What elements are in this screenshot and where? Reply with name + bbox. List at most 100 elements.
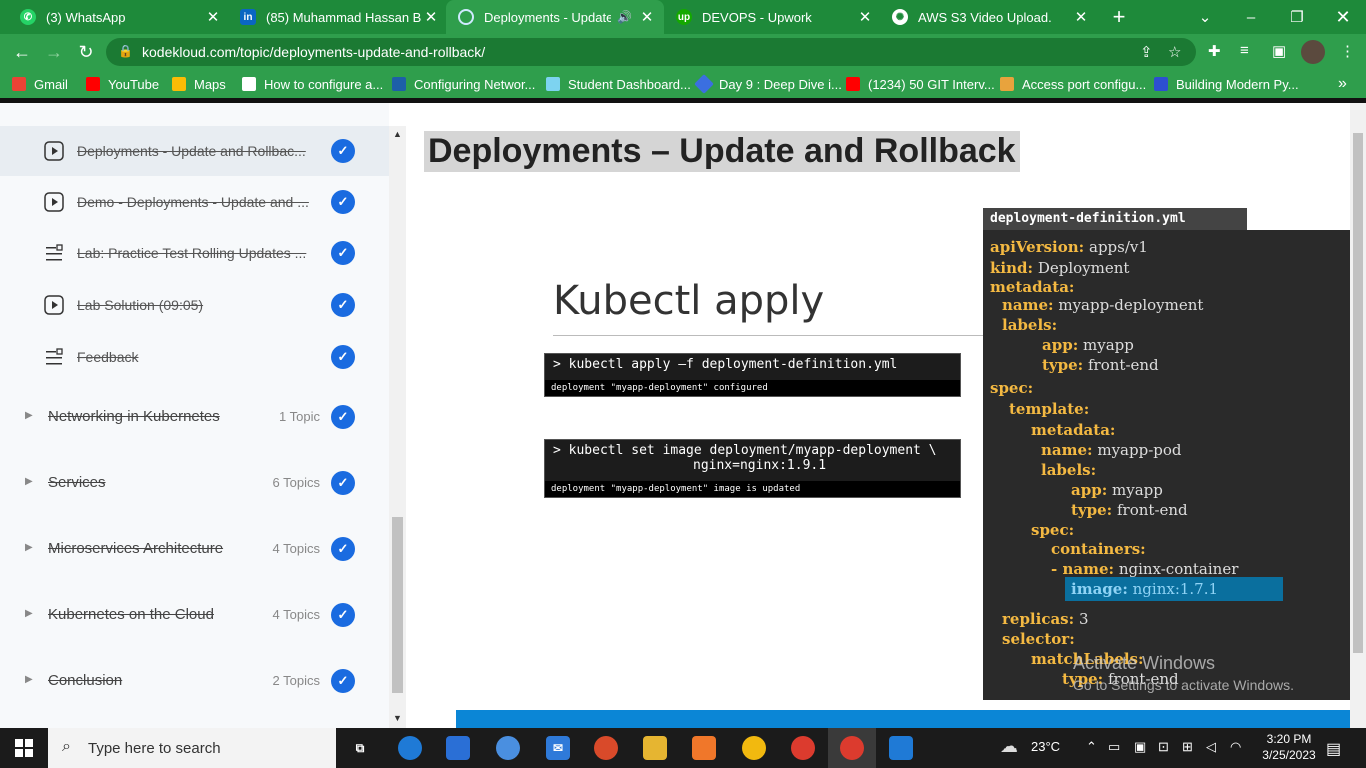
bookmark-gmail[interactable]: Gmail — [12, 75, 68, 93]
chrome-active-icon[interactable] — [840, 736, 864, 760]
bookmark-item[interactable]: Configuring Networ... — [392, 75, 535, 93]
close-tab-icon[interactable]: ✕ — [204, 8, 222, 26]
mail-icon[interactable]: ✉ — [546, 736, 570, 760]
volume-icon[interactable]: ◁ — [1206, 739, 1216, 755]
forward-arrow-icon[interactable]: → — [42, 40, 66, 64]
bookmark-item[interactable]: How to configure a... — [242, 75, 383, 93]
section-conclusion[interactable]: ▶ Conclusion 2 Topics ✓ — [0, 652, 389, 712]
tab-title: Deployments - Update and Rollback — [484, 9, 612, 25]
bookmark-maps[interactable]: Maps — [172, 75, 226, 93]
windows-taskbar: ⌕ Type here to search ⧉ ✉ ☁ 23°C ⌃ ▭ ▣ ⊡… — [0, 728, 1366, 768]
bookmark-item[interactable]: Day 9 : Deep Dive i... — [694, 74, 842, 94]
task-view-icon[interactable]: ⧉ — [348, 736, 372, 760]
tab-chatgpt[interactable]: ✺ AWS S3 Video Upload. ✕ — [880, 0, 1098, 34]
section-networking[interactable]: ▶ Networking in Kubernetes 1 Topic ✓ — [0, 388, 389, 448]
address-bar[interactable]: 🔒 kodekloud.com/topic/deployments-update… — [106, 38, 1196, 66]
media-control-icon[interactable]: ≡ — [1240, 42, 1249, 59]
app-icon[interactable] — [594, 736, 618, 760]
bookmark-item[interactable]: Student Dashboard... — [546, 75, 691, 93]
yaml-line: metadata: — [990, 278, 1075, 296]
sidebar-scrollbar-thumb[interactable] — [392, 517, 403, 693]
bookmark-item[interactable]: Access port configu... — [1000, 75, 1146, 93]
youtube-icon — [86, 77, 100, 91]
tray-icon[interactable]: ⊡ — [1158, 739, 1169, 755]
vscode-icon[interactable] — [889, 736, 913, 760]
audio-icon[interactable]: 🔊 — [617, 10, 632, 24]
close-window-button[interactable]: ✕ — [1320, 0, 1366, 34]
lesson-item[interactable]: Lab Solution (09:05) ✓ — [0, 280, 389, 330]
notification-icon[interactable]: ▤ — [1326, 739, 1341, 759]
bookmark-icon — [1000, 77, 1014, 91]
taskbar-search[interactable]: ⌕ Type here to search — [48, 728, 336, 768]
side-panel-icon[interactable]: ▣ — [1272, 42, 1286, 60]
complete-check-icon: ✓ — [331, 190, 355, 214]
section-cloud[interactable]: ▶ Kubernetes on the Cloud 4 Topics ✓ — [0, 586, 389, 646]
lesson-item[interactable]: Lab: Practice Test Rolling Updates ... ✓ — [0, 228, 389, 278]
tab-linkedin[interactable]: in (85) Muhammad Hassan Basit ✕ — [228, 0, 448, 34]
complete-check-icon: ✓ — [331, 669, 355, 693]
terminal-set-image: > kubectl set image deployment/myapp-dep… — [544, 439, 961, 498]
start-button[interactable] — [0, 728, 48, 768]
reload-icon[interactable]: ↻ — [74, 40, 98, 64]
store-icon[interactable] — [446, 736, 470, 760]
yaml-line: apiVersion: apps/v1 — [990, 238, 1148, 256]
video-player-bar — [456, 710, 1350, 728]
lesson-label: Deployments - Update and Rollbac... — [77, 143, 306, 159]
bookmark-icon — [1154, 77, 1168, 91]
taskbar-clock[interactable]: 3:20 PM 3/25/2023 — [1254, 731, 1324, 763]
more-bookmarks-button[interactable]: » — [1338, 75, 1347, 93]
minimize-button[interactable]: – — [1228, 0, 1274, 34]
bookmark-star-icon[interactable]: ☆ — [1168, 43, 1181, 61]
lesson-item[interactable]: Deployments - Update and Rollbac... ✓ — [0, 126, 389, 176]
chevron-up-icon[interactable]: ⌃ — [1086, 739, 1097, 755]
section-microservices[interactable]: ▶ Microservices Architecture 4 Topics ✓ — [0, 520, 389, 580]
yaml-line: labels: — [1002, 316, 1058, 334]
yaml-definition: apiVersion: apps/v1 kind: Deployment met… — [983, 230, 1350, 700]
tray-icon[interactable]: ⊞ — [1182, 739, 1193, 755]
page-scrollbar-thumb[interactable] — [1353, 133, 1363, 653]
wifi-icon[interactable]: ◠ — [1230, 739, 1241, 755]
section-label: Conclusion — [48, 672, 123, 689]
file-explorer-icon[interactable] — [643, 736, 667, 760]
bookmark-item[interactable]: (1234) 50 GIT Interv... — [846, 75, 995, 93]
scroll-up-arrow-icon[interactable]: ▲ — [393, 129, 402, 139]
scroll-down-arrow-icon[interactable]: ▼ — [393, 713, 402, 723]
close-tab-icon[interactable]: ✕ — [422, 8, 440, 26]
yaml-line: name: myapp-deployment — [1002, 296, 1204, 314]
bookmark-label: YouTube — [108, 76, 160, 92]
yaml-line: app: myapp — [1071, 481, 1163, 499]
bookmark-item[interactable]: Building Modern Py... — [1154, 75, 1299, 93]
battery-icon[interactable]: ▭ — [1108, 739, 1120, 755]
activate-windows-watermark: Activate Windows — [1073, 653, 1216, 673]
new-tab-button[interactable]: + — [1096, 0, 1142, 34]
tab-kodekloud[interactable]: Deployments - Update and Rollback 🔊 ✕ — [446, 0, 664, 34]
close-tab-icon[interactable]: ✕ — [638, 8, 656, 26]
app-icon[interactable] — [692, 736, 716, 760]
tab-whatsapp[interactable]: ✆ (3) WhatsApp ✕ — [8, 0, 230, 34]
profile-avatar[interactable] — [1301, 40, 1325, 64]
menu-kebab-icon[interactable]: ⋮ — [1340, 42, 1355, 60]
chrome-icon[interactable] — [742, 736, 766, 760]
lesson-item[interactable]: Feedback ✓ — [0, 332, 389, 382]
tab-upwork[interactable]: up DEVOPS - Upwork ✕ — [664, 0, 882, 34]
bookmark-youtube[interactable]: YouTube — [86, 75, 159, 93]
back-arrow-icon[interactable]: ← — [10, 40, 34, 64]
app-icon[interactable] — [496, 736, 520, 760]
play-icon — [44, 141, 64, 161]
extensions-icon[interactable]: ✚ — [1208, 42, 1221, 60]
close-tab-icon[interactable]: ✕ — [856, 8, 874, 26]
kodekloud-icon — [458, 9, 474, 25]
edge-icon[interactable] — [398, 736, 422, 760]
lesson-item[interactable]: Demo - Deployments - Update and ... ✓ — [0, 177, 389, 227]
share-icon[interactable]: ⇪ — [1140, 43, 1153, 61]
windows-logo-icon — [15, 739, 33, 757]
yaml-line: type: front-end — [1042, 356, 1159, 374]
tray-icon[interactable]: ▣ — [1134, 739, 1146, 755]
restore-button[interactable]: ❐ — [1274, 0, 1320, 34]
lab-icon — [44, 347, 64, 367]
chrome-profile-icon[interactable] — [791, 736, 815, 760]
close-tab-icon[interactable]: ✕ — [1072, 8, 1090, 26]
tab-search-chevron-icon[interactable]: ⌄ — [1182, 0, 1228, 34]
section-services[interactable]: ▶ Services 6 Topics ✓ — [0, 454, 389, 514]
weather-temperature[interactable]: 23°C — [1031, 739, 1060, 754]
